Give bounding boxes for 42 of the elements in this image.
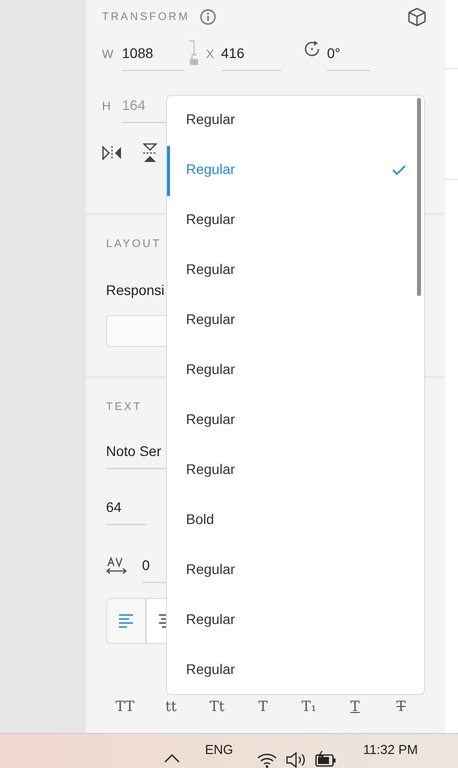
dropdown-option[interactable]: Regular [167,196,424,246]
language-indicator[interactable]: ENG [205,742,234,757]
rotation-field[interactable]: 0° [327,43,371,71]
text-style-button[interactable]: tt [148,699,194,715]
clock-time[interactable]: 11:32 PM [363,742,418,757]
speaker-icon[interactable] [285,752,308,768]
text-style-button[interactable]: T₁ [286,699,332,715]
text-style-button[interactable]: T [332,699,378,715]
dropdown-option[interactable]: Regular [167,396,424,446]
dropdown-option[interactable]: Bold [167,496,424,546]
letter-spacing-icon [106,557,128,575]
text-style-button[interactable]: T [378,699,424,715]
checkmark-icon [392,165,406,175]
scrollbar-thumb[interactable] [417,98,421,296]
cube-icon [407,7,427,27]
layout-mode-label: Responsi [106,282,164,298]
flip-horizontal-icon[interactable] [102,145,122,161]
battery-icon[interactable] [315,750,338,768]
section-title: TEXT [106,400,142,413]
field-label: X [206,46,216,61]
dropdown-option[interactable]: Regular [167,296,424,346]
section-title: LAYOUT [106,237,162,250]
dropdown-option[interactable]: Regular [167,346,424,396]
info-icon [200,9,216,25]
rotate-icon [303,40,321,58]
field-label: H [102,98,112,113]
chevron-up-icon[interactable] [164,754,180,763]
align-left-icon[interactable] [118,613,134,629]
dropdown-option[interactable]: Regular [167,596,424,646]
dropdown-option[interactable]: Regular [167,646,424,694]
wifi-icon[interactable] [257,752,278,768]
dropdown-option[interactable]: Regular [167,246,424,296]
flip-vertical-icon[interactable] [142,143,158,163]
text-style-button[interactable]: Tt [194,699,240,715]
text-style-button[interactable]: T [240,699,286,715]
text-style-button[interactable]: TT [102,699,148,715]
section-title: TRANSFORM [102,11,190,23]
font-size-field[interactable]: 64 [106,499,146,525]
width-field[interactable]: 1088 [122,43,184,71]
x-field[interactable]: 416 [221,43,281,71]
dropdown-option[interactable]: Regular [167,546,424,596]
field-label: W [102,46,114,61]
